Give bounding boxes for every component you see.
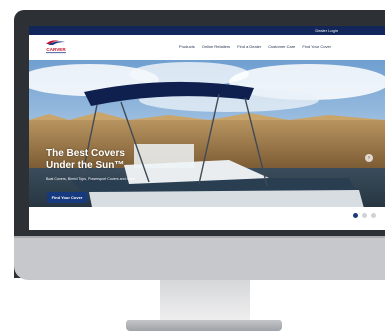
monitor-chin — [14, 236, 385, 280]
carousel-dots — [353, 213, 376, 218]
carousel-dot-1[interactable] — [353, 213, 358, 218]
monitor-stand-neck — [160, 280, 250, 320]
find-your-cover-button[interactable]: Find Your Cover — [47, 192, 87, 203]
logo-wordmark: CARVER — [46, 47, 66, 52]
site-header: CARVER Products Online Retailers Find a … — [29, 35, 385, 60]
nav-item-online-retailers[interactable]: Online Retailers — [202, 44, 230, 49]
monitor-chin-edge — [14, 236, 385, 238]
nav-item-products[interactable]: Products — [179, 44, 195, 49]
hero-headline-line-1: The Best Covers — [46, 148, 125, 159]
nav-item-find-a-dealer[interactable]: Find a Dealer — [237, 44, 261, 49]
hero-tagline: Boat Covers, Bimini Tops, Powersport Cov… — [46, 177, 136, 181]
website-screen: Dealer Login CARVER Products Online Reta… — [29, 26, 385, 230]
hero-banner: The Best Covers Under the Sun™ Boat Cove… — [29, 60, 385, 230]
carousel-footer — [29, 207, 385, 230]
main-nav: Products Online Retailers Find a Dealer … — [179, 44, 331, 49]
hero-boat-image — [29, 60, 385, 230]
dealer-login-link[interactable]: Dealer Login — [315, 27, 338, 34]
carver-logo[interactable]: CARVER — [43, 40, 69, 54]
nav-item-customer-care[interactable]: Customer Care — [268, 44, 295, 49]
nav-item-find-your-cover[interactable]: Find Your Cover — [302, 44, 331, 49]
chevron-right-icon[interactable]: › — [365, 154, 373, 162]
carousel-dot-3[interactable] — [371, 213, 376, 218]
utility-bar: Dealer Login — [29, 26, 385, 35]
monitor-stand-foot — [126, 320, 282, 331]
hero-headline-line-2: Under the Sun™ — [46, 160, 125, 171]
hero-headline: The Best Covers Under the Sun™ — [46, 148, 166, 172]
carousel-dot-2[interactable] — [362, 213, 367, 218]
